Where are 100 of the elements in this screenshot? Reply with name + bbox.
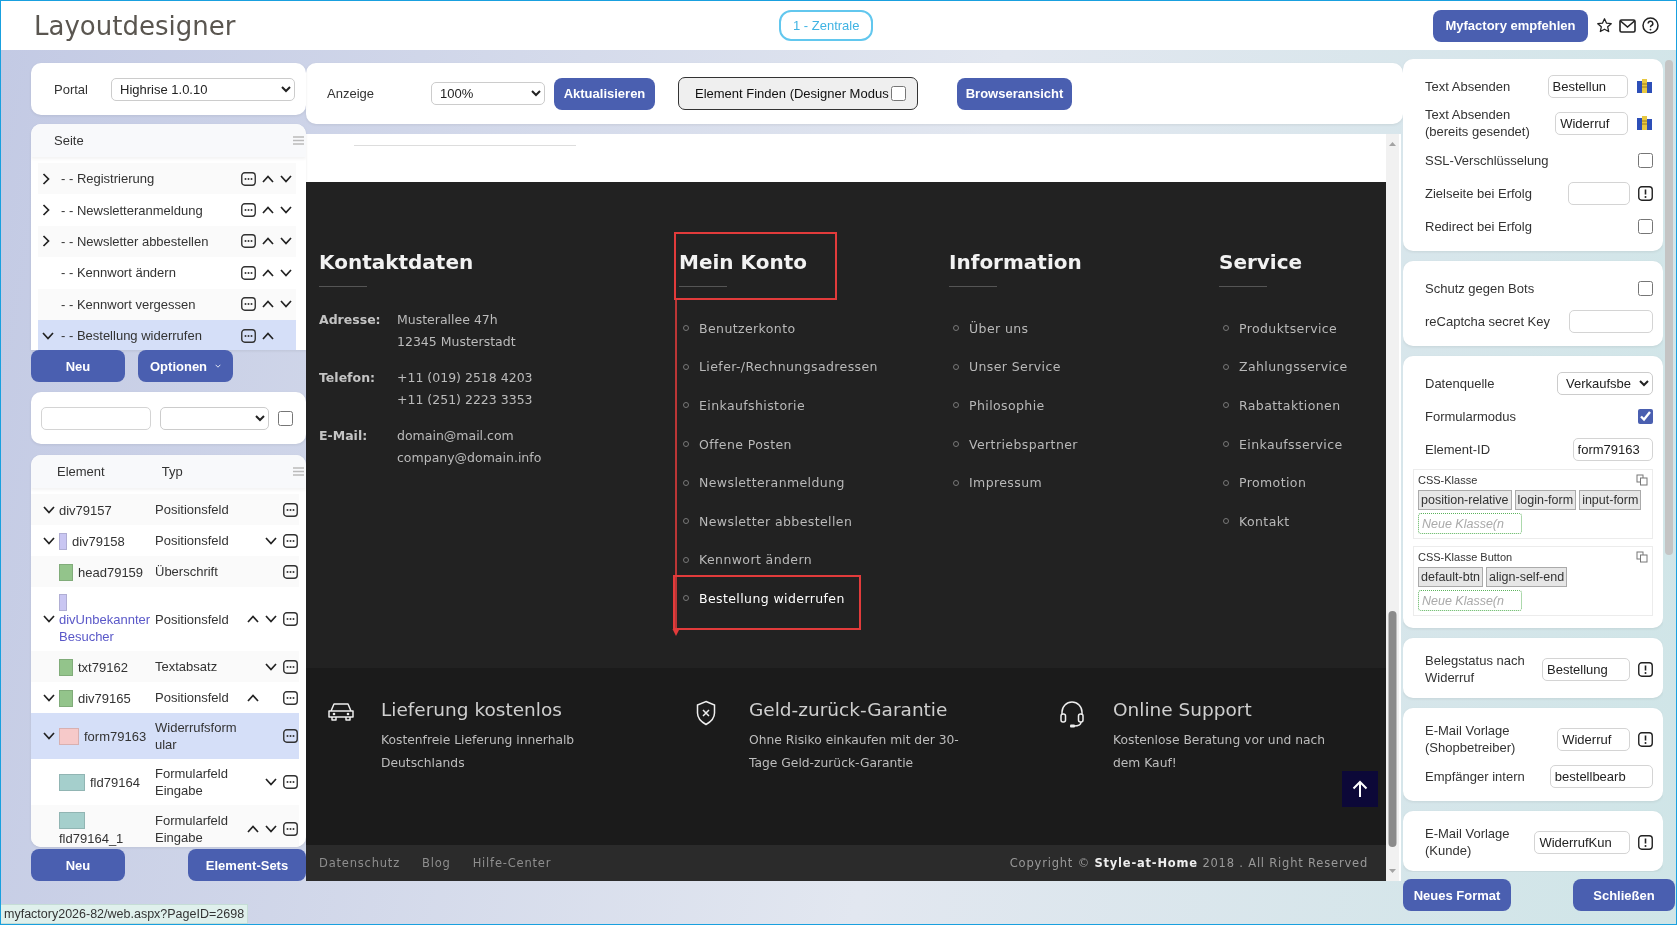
new-button[interactable]: Neu bbox=[31, 849, 125, 881]
more-icon[interactable] bbox=[241, 234, 256, 249]
checkbox[interactable] bbox=[278, 410, 293, 426]
checkbox[interactable] bbox=[890, 86, 906, 101]
footer-link[interactable]: Kontakt bbox=[1239, 513, 1290, 529]
more-icon[interactable] bbox=[241, 203, 256, 218]
chevron-down-icon[interactable] bbox=[43, 505, 55, 514]
data-source-select[interactable]: Verkaufsbe bbox=[1557, 371, 1653, 395]
chevron-up-icon[interactable] bbox=[262, 206, 274, 215]
chevron-up-icon[interactable] bbox=[262, 237, 274, 246]
footer-link[interactable]: Zahlungsservice bbox=[1239, 359, 1348, 375]
chevron-up-icon[interactable] bbox=[247, 615, 259, 624]
chevron-up-icon[interactable] bbox=[262, 174, 274, 183]
footer-link[interactable]: Newsletteranmeldung bbox=[699, 475, 845, 491]
chevron-up-icon[interactable] bbox=[262, 300, 274, 309]
tree-item[interactable]: txt79162 Textabsatz bbox=[31, 651, 299, 683]
text-field[interactable]: Widerruf bbox=[1557, 727, 1630, 751]
chevron-up-icon[interactable] bbox=[262, 268, 274, 277]
text-field[interactable] bbox=[1569, 309, 1653, 333]
scroll-top-button[interactable] bbox=[1342, 771, 1378, 807]
more-icon[interactable] bbox=[241, 171, 256, 186]
footer-link[interactable]: Blog bbox=[422, 856, 451, 870]
refresh-button[interactable]: Aktualisieren bbox=[554, 77, 655, 110]
footer-link[interactable]: Newsletter abbestellen bbox=[699, 513, 853, 529]
text-field[interactable]: form79163 bbox=[1572, 437, 1653, 461]
footer-link[interactable]: Einkaufshistorie bbox=[699, 398, 805, 413]
more-icon[interactable] bbox=[241, 297, 256, 312]
chevron-down-icon[interactable] bbox=[265, 778, 277, 787]
more-icon[interactable] bbox=[241, 265, 256, 280]
class-tag[interactable]: default-btn bbox=[1418, 567, 1484, 587]
chevron-down-icon[interactable] bbox=[280, 300, 292, 309]
checkbox[interactable] bbox=[1638, 408, 1653, 424]
footer-link[interactable]: Produktservice bbox=[1239, 320, 1338, 336]
more-icon[interactable] bbox=[283, 533, 298, 548]
scrollbar[interactable] bbox=[1386, 134, 1399, 881]
chevron-down-icon[interactable] bbox=[265, 536, 277, 545]
element-sets-button[interactable]: Element-Sets bbox=[188, 849, 306, 881]
chevron-up-icon[interactable] bbox=[247, 825, 259, 834]
tree-item[interactable]: - - Newsletter abbestellen bbox=[38, 225, 296, 258]
footer-link[interactable]: Benutzerkonto bbox=[699, 320, 796, 336]
text-field[interactable]: WiderrufKun bbox=[1534, 830, 1630, 854]
more-icon[interactable] bbox=[283, 612, 298, 627]
portal-select[interactable]: Highrise 1.0.10 bbox=[111, 77, 295, 101]
tree-item[interactable]: div79157 Positionsfeld bbox=[31, 494, 299, 525]
text-field[interactable]: Bestellung bbox=[1542, 657, 1630, 681]
footer-link[interactable]: Vertriebspartner bbox=[969, 436, 1078, 452]
text-field[interactable]: Widerruf bbox=[1555, 111, 1628, 135]
browser-view-button[interactable]: Browseransicht bbox=[957, 77, 1072, 110]
more-icon[interactable] bbox=[283, 659, 298, 674]
chevron-down-icon[interactable] bbox=[265, 662, 277, 671]
close-button[interactable]: Schließen bbox=[1573, 879, 1675, 911]
chevron-down-icon[interactable] bbox=[42, 331, 54, 340]
chevron-down-icon[interactable] bbox=[43, 536, 55, 545]
tree-item[interactable]: fld79164_1 Formularfeld Eingabe bbox=[31, 805, 299, 847]
more-icon[interactable] bbox=[283, 690, 298, 705]
more-icon[interactable] bbox=[283, 729, 298, 744]
chevron-down-icon[interactable] bbox=[265, 615, 277, 624]
footer-link[interactable]: Kennwort ändern bbox=[699, 552, 813, 568]
chevron-down-icon[interactable] bbox=[43, 732, 55, 741]
options-button[interactable]: Optionen bbox=[138, 350, 233, 382]
text-field[interactable]: Bestellun bbox=[1547, 74, 1628, 98]
more-icon[interactable] bbox=[283, 775, 298, 790]
class-tag[interactable]: input-form bbox=[1579, 490, 1642, 510]
search-field[interactable] bbox=[41, 406, 151, 430]
copy-icon[interactable] bbox=[1636, 474, 1648, 486]
tree-item[interactable]: div79165 Positionsfeld bbox=[31, 682, 299, 714]
footer-link[interactable]: Über uns bbox=[969, 320, 1029, 336]
chevron-up-icon[interactable] bbox=[247, 693, 259, 702]
chevron-down-icon[interactable] bbox=[43, 615, 55, 624]
footer-link[interactable]: Offene Posten bbox=[699, 436, 792, 452]
more-icon[interactable] bbox=[241, 328, 256, 343]
mail-icon[interactable] bbox=[1619, 18, 1636, 33]
tree-item[interactable]: - - Kennwort ändern bbox=[38, 257, 296, 289]
text-field[interactable] bbox=[1568, 181, 1630, 205]
more-icon[interactable] bbox=[283, 822, 298, 837]
book-icon[interactable] bbox=[1636, 78, 1653, 94]
chevron-down-icon[interactable] bbox=[43, 693, 55, 702]
tree-item[interactable]: fld79164 Formularfeld Eingabe bbox=[31, 759, 299, 806]
chevron-down-icon[interactable] bbox=[280, 174, 292, 183]
chevron-down-icon[interactable] bbox=[280, 206, 292, 215]
tree-item[interactable]: - - Bestellung widerrufen bbox=[38, 319, 296, 350]
chevron-down-icon[interactable] bbox=[265, 825, 277, 834]
footer-link[interactable]: Einkaufsservice bbox=[1239, 436, 1343, 452]
help-icon[interactable] bbox=[1642, 17, 1659, 34]
checkbox[interactable] bbox=[1638, 218, 1653, 234]
class-input[interactable]: Neue Klasse(n bbox=[1418, 590, 1522, 611]
chevron-down-icon[interactable] bbox=[280, 268, 292, 277]
footer-link[interactable]: Philosophie bbox=[969, 398, 1045, 413]
chevron-right-icon[interactable] bbox=[42, 172, 50, 185]
footer-link[interactable]: Impressum bbox=[969, 475, 1043, 491]
tree-item[interactable]: divUnbekannterBesucher Positionsfeld bbox=[31, 587, 299, 652]
checkbox[interactable] bbox=[1638, 280, 1653, 296]
tree-item[interactable]: - - Newsletteranmeldung bbox=[38, 194, 296, 226]
tree-item[interactable]: head79159 Überschrift bbox=[31, 556, 299, 587]
exclamation-icon[interactable] bbox=[1638, 185, 1653, 201]
scrollbar[interactable] bbox=[1665, 60, 1673, 555]
footer-link[interactable]: Hilfe-Center bbox=[472, 856, 552, 870]
class-input[interactable]: Neue Klasse(n bbox=[1418, 513, 1522, 534]
zoom-select[interactable]: 100% bbox=[431, 82, 545, 105]
recommend-button[interactable]: Myfactory empfehlen bbox=[1433, 9, 1588, 42]
